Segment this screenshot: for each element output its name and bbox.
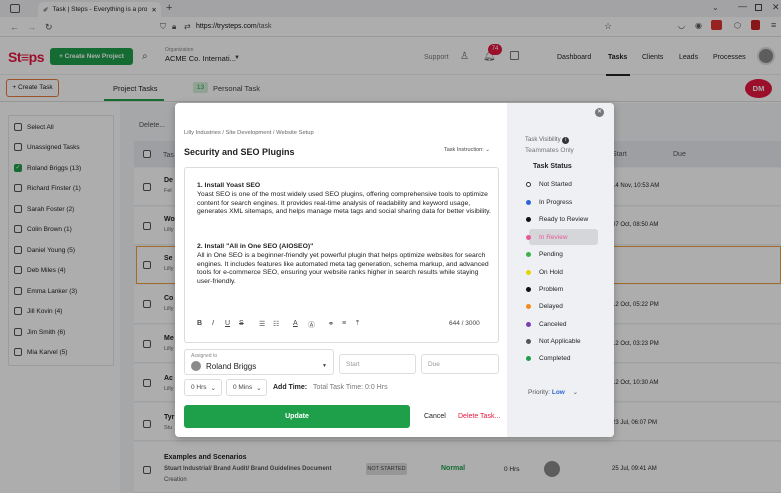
task-instruction-dropdown[interactable]: Task Instruction: ⌄ xyxy=(444,147,490,153)
priority-value: Low xyxy=(551,389,565,396)
visibility-value[interactable]: Teammates Only xyxy=(525,147,574,154)
status-dot xyxy=(526,321,531,327)
status-dot xyxy=(526,338,531,344)
text-color-icon[interactable]: A xyxy=(293,320,298,327)
delete-task-button[interactable]: Delete Task... xyxy=(458,413,500,420)
bold-icon[interactable]: B xyxy=(197,320,202,327)
editor-paragraph-1: Yoast SEO is one of the most widely used… xyxy=(197,191,491,216)
char-count: 644 / 3000 xyxy=(449,320,480,327)
strikethrough-icon[interactable]: S xyxy=(239,320,244,327)
status-dot xyxy=(526,355,531,361)
italic-icon[interactable]: I xyxy=(212,320,214,327)
cancel-button[interactable]: Cancel xyxy=(424,413,446,420)
assignee-select[interactable]: Assigned to Roland Briggs ▼ xyxy=(184,349,334,375)
status-dot xyxy=(526,216,531,222)
status-option-on-hold[interactable]: On Hold xyxy=(521,265,563,279)
status-dot xyxy=(526,303,531,309)
priority-label: Priority: xyxy=(528,389,551,396)
add-time-label[interactable]: Add Time: xyxy=(273,384,307,391)
start-date-field[interactable]: Start xyxy=(339,354,416,374)
info-icon: i xyxy=(562,137,570,144)
upload-icon[interactable]: ⤒ xyxy=(356,320,359,328)
priority-select[interactable]: Priority: Low ⌄ xyxy=(528,388,578,396)
assignee-name: Roland Briggs xyxy=(206,362,257,371)
description-editor[interactable]: 1. Install Yoast SEO Yoast SEO is one of… xyxy=(184,167,499,343)
minutes-select[interactable]: 0 Mins ⌄ xyxy=(226,379,267,396)
editor-paragraph-2: All in One SEO is a beginner-friendly ye… xyxy=(197,252,489,285)
status-dot xyxy=(526,181,531,187)
underline-icon[interactable]: U xyxy=(225,320,230,327)
numbered-list-icon[interactable]: ☷ xyxy=(273,320,279,328)
status-option-pending[interactable]: Pending xyxy=(521,247,563,261)
bullet-list-icon[interactable]: ☰ xyxy=(259,320,265,328)
status-dot xyxy=(526,234,531,240)
status-option-in-progress[interactable]: In Progress xyxy=(521,195,572,209)
update-button[interactable]: Update xyxy=(184,405,410,428)
assignee-avatar xyxy=(191,361,201,371)
status-dot xyxy=(526,251,531,257)
editor-toolbar: B I U S ☰ ☷ A Ⓐ ⚭ ≡ ⤒ 644 / 3000 xyxy=(197,320,487,330)
editor-heading-1: 1. Install Yoast SEO xyxy=(197,182,261,189)
align-icon[interactable]: ≡ xyxy=(342,320,346,327)
hours-select[interactable]: 0 Hrs ⌄ xyxy=(184,379,222,396)
editor-heading-2: 2. Install "All in One SEO (AIOSEO)" xyxy=(197,243,314,250)
status-option-delayed[interactable]: Delayed xyxy=(521,299,563,313)
assignee-dropdown-icon: ▼ xyxy=(322,363,327,369)
due-date-field[interactable]: Due xyxy=(421,354,499,374)
visibility-label: Task Visibility i xyxy=(525,137,570,144)
task-title[interactable]: Security and SEO Plugins xyxy=(184,147,295,157)
chevron-down-icon: ⌄ xyxy=(572,389,579,396)
close-modal-icon[interactable]: ✕ xyxy=(595,108,604,117)
status-dot xyxy=(526,269,531,275)
status-dot xyxy=(526,199,531,205)
status-dot xyxy=(526,286,531,292)
status-option-problem[interactable]: Problem xyxy=(521,282,563,296)
status-option-canceled[interactable]: Canceled xyxy=(521,317,566,331)
status-heading: Task Status xyxy=(533,163,572,170)
status-option-not-started[interactable]: Not Started xyxy=(521,177,572,191)
status-option-not-applicable[interactable]: Not Applicable xyxy=(521,334,581,348)
highlight-icon[interactable]: Ⓐ xyxy=(308,320,315,330)
status-option-ready-to-review[interactable]: Ready to Review xyxy=(521,212,588,226)
link-icon[interactable]: ⚭ xyxy=(328,320,334,328)
assigned-label: Assigned to xyxy=(191,353,218,359)
chevron-down-icon: ⌄ xyxy=(256,384,262,392)
chevron-down-icon: ⌄ xyxy=(210,384,216,392)
total-time-label: Total Task Time: 0:0 Hrs xyxy=(313,384,388,391)
status-option-in-review[interactable]: In Review xyxy=(521,230,568,244)
task-breadcrumb[interactable]: Lilly Industries / Site Development / We… xyxy=(184,130,314,136)
status-option-completed[interactable]: Completed xyxy=(521,351,570,365)
